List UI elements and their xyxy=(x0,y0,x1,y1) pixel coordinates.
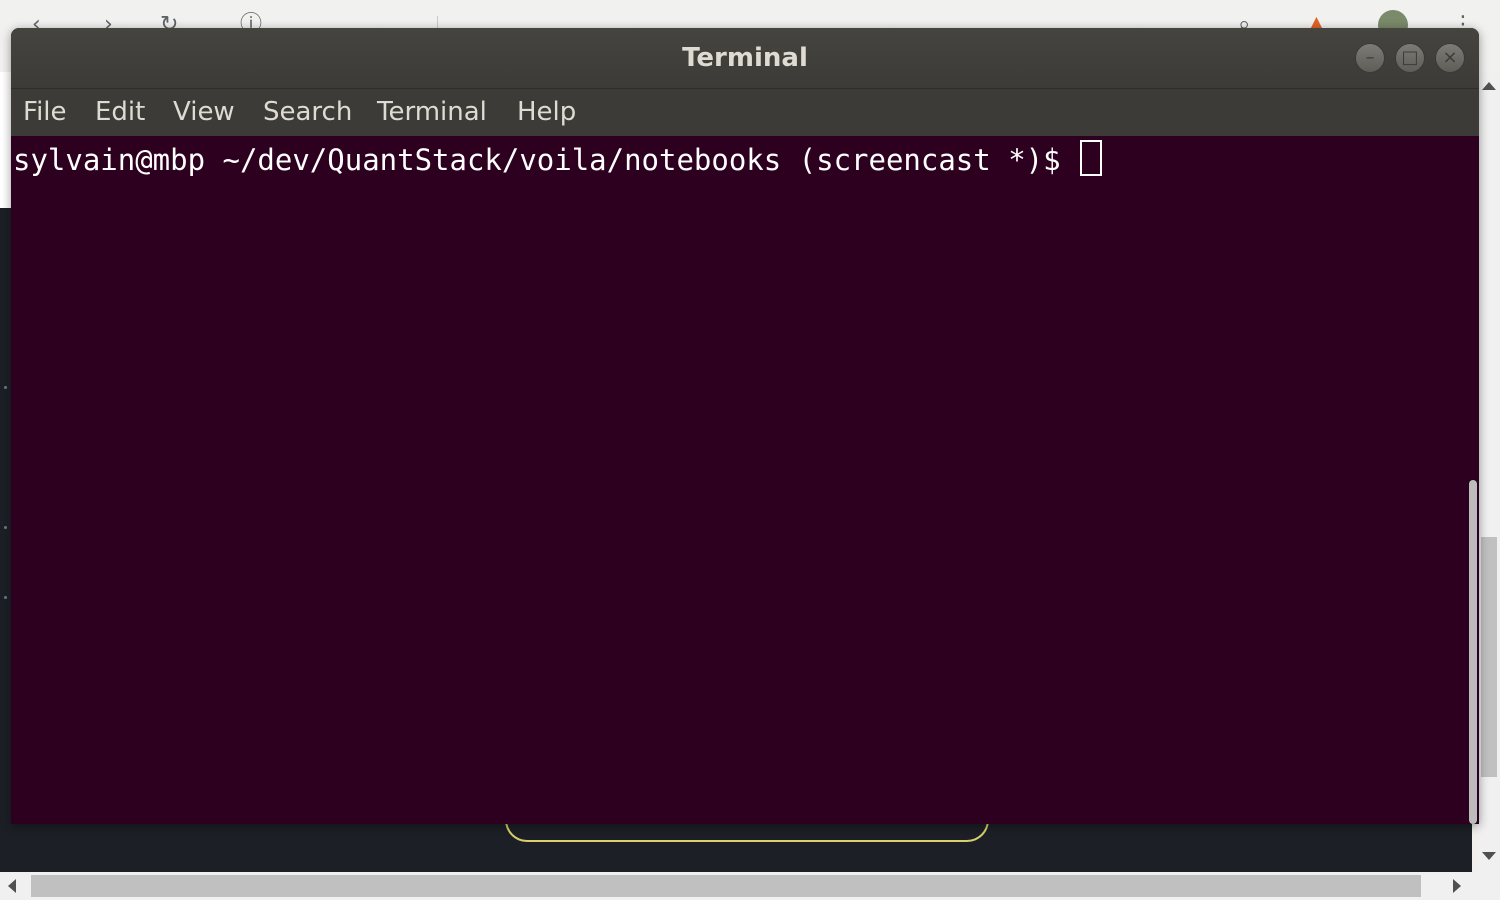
browser-horizontal-scrollbar[interactable] xyxy=(0,872,1500,900)
terminal-scrollbar-thumb[interactable] xyxy=(1469,480,1477,824)
minimize-icon: – xyxy=(1365,47,1375,68)
scrollbar-thumb[interactable] xyxy=(1481,537,1497,777)
window-title: Terminal xyxy=(682,43,808,73)
minimize-button[interactable]: – xyxy=(1355,43,1385,73)
menu-file[interactable]: File xyxy=(23,89,67,136)
scroll-up-icon[interactable] xyxy=(1482,82,1496,90)
menu-view[interactable]: View xyxy=(173,89,235,136)
terminal-scrollbar[interactable] xyxy=(1469,136,1479,824)
page-dot xyxy=(4,386,7,389)
shell-prompt: sylvain@mbp ~/dev/QuantStack/voila/noteb… xyxy=(13,143,1079,177)
terminal-output[interactable]: sylvain@mbp ~/dev/QuantStack/voila/noteb… xyxy=(11,136,1469,824)
scroll-down-icon[interactable] xyxy=(1482,852,1496,860)
page-dot xyxy=(4,526,7,529)
scrollbar-thumb[interactable] xyxy=(31,875,1421,897)
menu-terminal[interactable]: Terminal xyxy=(377,89,487,136)
page-dot xyxy=(4,596,7,599)
terminal-window: Terminal – □ × File Edit View Search Ter… xyxy=(11,28,1479,824)
scroll-left-icon[interactable] xyxy=(8,879,16,893)
text-cursor xyxy=(1080,140,1103,176)
menu-edit[interactable]: Edit xyxy=(95,89,145,136)
prompt-line: sylvain@mbp ~/dev/QuantStack/voila/noteb… xyxy=(13,140,1103,180)
maximize-button[interactable]: □ xyxy=(1395,43,1425,73)
menu-bar: File Edit View Search Terminal Help xyxy=(11,89,1479,136)
screen: ‹ › ↻ ⓘ ⌕ ▲ ⋮ Terminal – □ × File Edit V… xyxy=(0,0,1500,900)
close-button[interactable]: × xyxy=(1435,43,1465,73)
close-icon: × xyxy=(1442,47,1458,68)
menu-help[interactable]: Help xyxy=(517,89,576,136)
maximize-icon: □ xyxy=(1401,47,1419,68)
menu-search[interactable]: Search xyxy=(263,89,352,136)
scroll-right-icon[interactable] xyxy=(1453,879,1461,893)
browser-vertical-scrollbar[interactable] xyxy=(1478,72,1500,872)
terminal-titlebar[interactable]: Terminal – □ × xyxy=(11,28,1479,89)
